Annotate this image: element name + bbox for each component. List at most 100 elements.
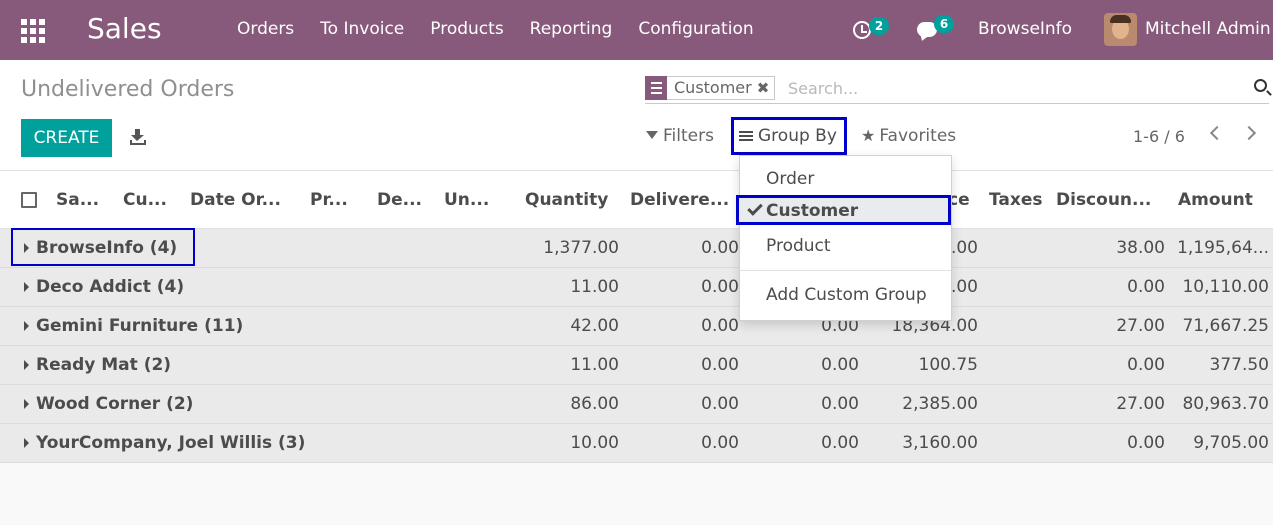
pager-previous-icon[interactable] [1209,125,1225,141]
group-discount: 0.00 [1127,355,1165,375]
app-name[interactable]: Sales [87,12,162,45]
user-avatar[interactable] [1104,13,1137,46]
group-quantity: 11.00 [570,277,619,297]
menu-configuration[interactable]: Configuration [638,19,753,39]
group-delivered: 0.00 [701,394,739,414]
group-amount: 377.50 [1209,355,1269,375]
dropdown-divider [740,270,951,271]
facet-remove-icon[interactable]: ✖ [757,77,775,99]
main-menu: Orders To Invoice Products Reporting Con… [237,19,780,39]
group-subtotal: 3,160.00 [902,433,978,453]
column-header-delivered[interactable]: Delivere... [630,190,729,210]
group-discount: 38.00 [1116,238,1165,258]
group-name: Deco Addict (4) [36,277,185,297]
page-title: Undelivered Orders [21,77,235,102]
caret-right-icon [24,321,29,331]
group-delivered: 0.00 [701,355,739,375]
create-button[interactable]: CREATE [21,119,112,157]
group-by-order-option[interactable]: Order [740,164,951,194]
bars-icon [739,131,753,142]
group-by-label: Group By [758,126,837,146]
column-header-quantity[interactable]: Quantity [525,190,608,210]
caret-right-icon [24,399,29,409]
group-subtotal: .00 [950,277,978,297]
group-discount: 0.00 [1127,433,1165,453]
group-row[interactable]: Gemini Furniture (11) 42.00 0.00 0.00 18… [0,307,1273,346]
group-amount: 10,110.00 [1182,277,1269,297]
group-name: Wood Corner (2) [36,394,194,414]
caret-right-icon [24,438,29,448]
favorites-label: Favorites [879,126,957,146]
caret-right-icon [24,360,29,370]
select-all-checkbox[interactable] [21,192,37,208]
filters-button[interactable]: Filters [646,126,714,146]
group-delivered: 0.00 [701,238,739,258]
menu-orders[interactable]: Orders [237,19,294,39]
group-by-customer-option[interactable]: Customer [736,195,951,225]
group-quantity: 1,377.00 [543,238,619,258]
group-amount: 9,705.00 [1193,433,1269,453]
group-subtotal: .00 [950,238,978,258]
star-icon: ★ [861,126,876,145]
search-input[interactable] [788,76,1248,100]
column-header-amount[interactable]: Amount [1178,190,1253,210]
group-by-customer-label: Customer [766,201,859,221]
column-header-customer[interactable]: Cu... [123,190,167,210]
pager-value[interactable]: 1-6 / 6 [1133,127,1185,146]
group-by-product-option[interactable]: Product [740,231,951,261]
group-invoiced: 0.00 [821,433,859,453]
column-header-product[interactable]: Pr... [310,190,348,210]
group-quantity: 86.00 [570,394,619,414]
facet-value: Customer [674,78,752,97]
group-row[interactable]: Deco Addict (4) 11.00 0.00 .00 0.00 10,1… [0,268,1273,307]
group-amount: 80,963.70 [1182,394,1269,414]
check-icon [747,200,763,216]
column-header-discount[interactable]: Discoun... [1056,190,1151,210]
top-navbar: Sales Orders To Invoice Products Reporti… [0,0,1273,60]
table-header: Sa... Cu... Date Or... Pr... De... Un...… [0,171,1273,229]
user-menu[interactable]: Mitchell Admin [1145,19,1271,39]
column-header-description[interactable]: De... [377,190,422,210]
group-delivered: 0.00 [701,316,739,336]
activity-count-badge: 2 [869,17,889,35]
control-panel: Undelivered Orders Customer ✖ CREATE Fil… [0,60,1273,171]
group-amount: 71,667.25 [1182,316,1269,336]
search-facet: Customer ✖ [645,76,776,100]
menu-to-invoice[interactable]: To Invoice [320,19,404,39]
download-icon[interactable] [129,129,147,145]
group-row[interactable]: Wood Corner (2) 86.00 0.00 0.00 2,385.00… [0,385,1273,424]
filters-label: Filters [663,126,714,146]
search-bar: Customer ✖ [645,74,1269,104]
message-count-badge: 6 [934,15,954,33]
group-discount: 0.00 [1127,277,1165,297]
apps-menu-icon[interactable] [21,19,45,43]
column-header-date-order[interactable]: Date Or... [190,190,281,210]
column-header-unit[interactable]: Un... [444,190,489,210]
caret-right-icon [24,282,29,292]
groupby-facet-icon [645,76,667,100]
group-invoiced: 0.00 [821,394,859,414]
pager-next-icon[interactable] [1241,125,1257,141]
group-discount: 27.00 [1116,394,1165,414]
highlight-box [11,228,195,266]
group-name: Ready Mat (2) [36,355,172,375]
group-by-button[interactable]: Group By [731,117,847,155]
column-header-taxes[interactable]: Taxes [989,190,1043,210]
column-header-salesperson[interactable]: Sa... [56,190,99,210]
group-delivered: 0.00 [701,277,739,297]
group-subtotal: 2,385.00 [902,394,978,414]
group-row[interactable]: YourCompany, Joel Willis (3) 10.00 0.00 … [0,424,1273,463]
add-custom-group-option[interactable]: Add Custom Group [740,280,951,310]
group-discount: 27.00 [1116,316,1165,336]
group-subtotal: 100.75 [918,355,978,375]
group-name: YourCompany, Joel Willis (3) [36,433,306,453]
group-row[interactable]: Ready Mat (2) 11.00 0.00 0.00 100.75 0.0… [0,346,1273,385]
search-icon[interactable] [1254,79,1267,92]
favorites-button[interactable]: ★ Favorites [861,126,956,146]
company-switcher[interactable]: BrowseInfo [978,19,1072,39]
menu-products[interactable]: Products [430,19,503,39]
group-delivered: 0.00 [701,433,739,453]
group-invoiced: 0.00 [821,355,859,375]
menu-reporting[interactable]: Reporting [530,19,613,39]
group-quantity: 42.00 [570,316,619,336]
